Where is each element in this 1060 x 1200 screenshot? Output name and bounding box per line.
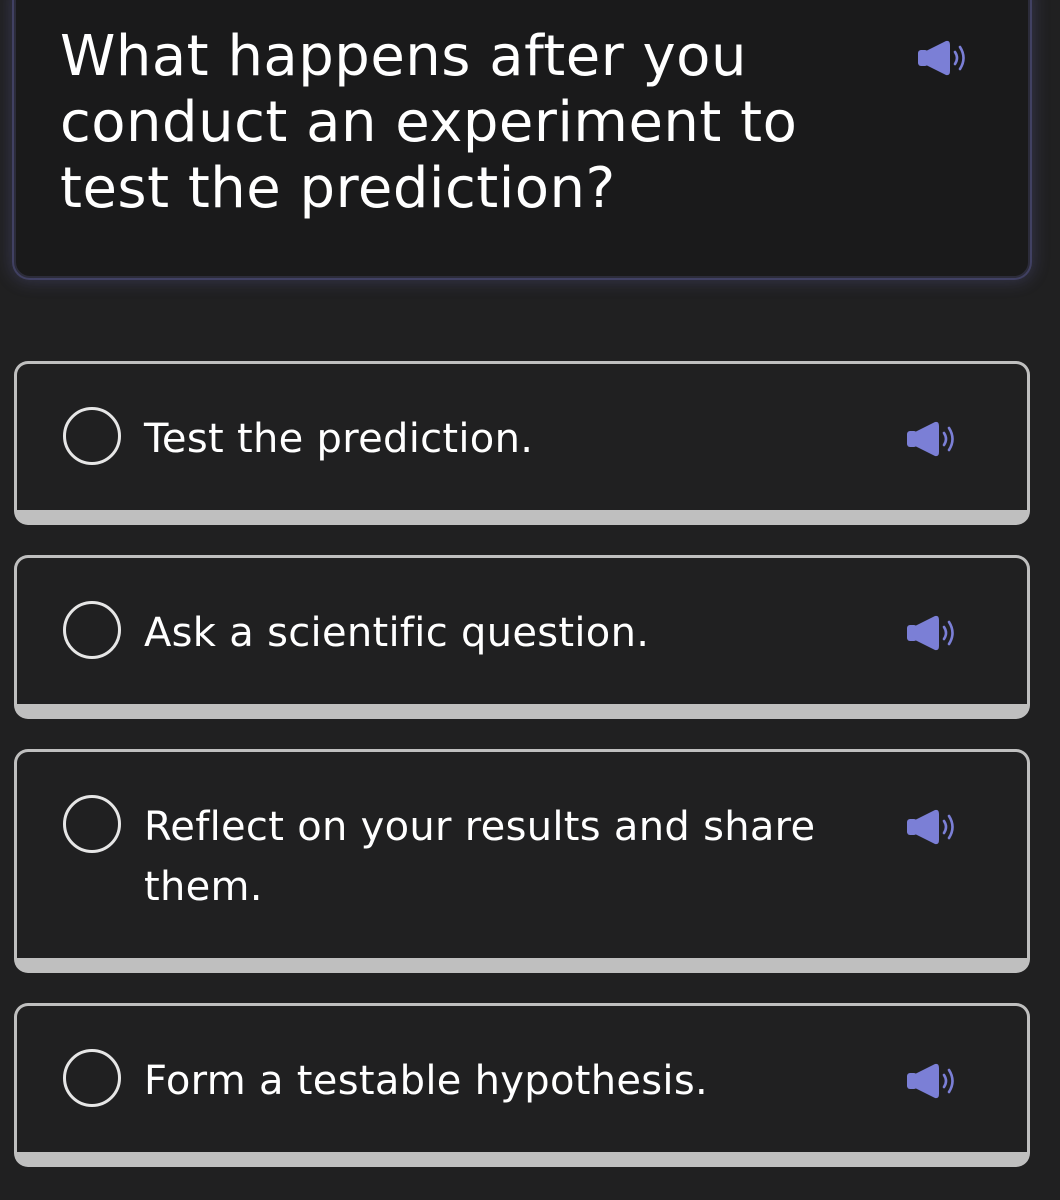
question-text: What happens after you conduct an experi… <box>60 24 798 221</box>
radio-button[interactable] <box>63 601 121 659</box>
option-label: Reflect on your results and share them. <box>144 804 816 910</box>
option-reflect-on-your-results[interactable]: Reflect on your results and share them. <box>14 749 1030 973</box>
question-card: What happens after you conduct an experi… <box>14 0 1030 278</box>
option-test-the-prediction[interactable]: Test the prediction. <box>14 361 1030 525</box>
radio-button[interactable] <box>63 795 121 853</box>
option-speaker-icon[interactable] <box>905 419 961 459</box>
radio-button[interactable] <box>63 407 121 465</box>
option-label: Form a testable hypothesis. <box>144 1058 708 1104</box>
question-speaker-icon[interactable] <box>916 38 972 78</box>
radio-button[interactable] <box>63 1049 121 1107</box>
option-speaker-icon[interactable] <box>905 613 961 653</box>
option-ask-a-scientific-question[interactable]: Ask a scientific question. <box>14 555 1030 719</box>
option-label: Test the prediction. <box>144 416 534 462</box>
option-form-a-testable-hypothesis[interactable]: Form a testable hypothesis. <box>14 1003 1030 1167</box>
option-label: Ask a scientific question. <box>144 610 650 656</box>
option-speaker-icon[interactable] <box>905 807 961 847</box>
option-speaker-icon[interactable] <box>905 1061 961 1101</box>
